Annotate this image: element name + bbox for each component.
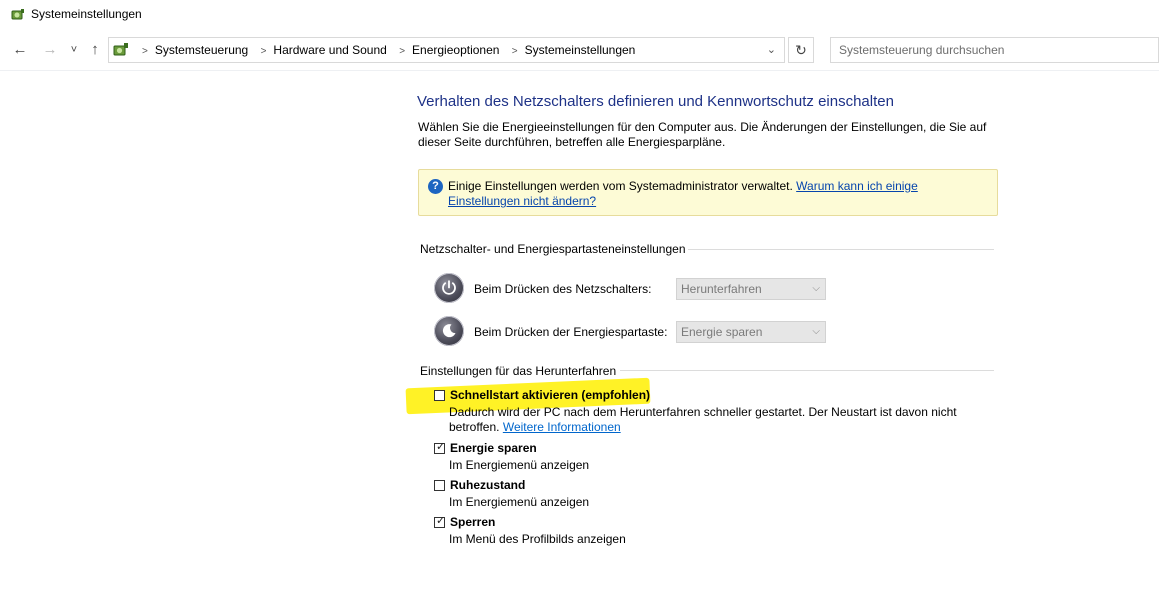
- recent-locations-button[interactable]: ˅: [64, 38, 84, 62]
- group-divider: [620, 370, 994, 371]
- sleep-title: Energie sparen: [450, 441, 537, 455]
- group-divider: [688, 249, 994, 250]
- sleep-button-label: Beim Drücken der Energiespartaste:: [474, 325, 668, 339]
- chevron-down-icon: ⌵: [812, 326, 820, 337]
- address-bar[interactable]: > Systemsteuerung > Hardware und Sound > En…: [108, 37, 785, 63]
- breadcrumb-systemsteuerung[interactable]: Systemsteuerung: [155, 43, 248, 57]
- title-bar: Systemeinstellungen: [0, 0, 1159, 30]
- power-options-icon: [10, 7, 26, 23]
- shutdown-group-label: Einstellungen für das Herunterfahren: [420, 364, 617, 378]
- more-info-link[interactable]: Weitere Informationen: [503, 420, 621, 434]
- fast-startup-title: Schnellstart aktivieren (empfohlen): [450, 388, 651, 402]
- chevron-down-icon: ⌵: [812, 283, 820, 294]
- power-button-action-value: Herunterfahren: [681, 282, 762, 296]
- left-pane: [0, 71, 385, 601]
- refresh-button[interactable]: ↻: [788, 37, 814, 63]
- page-title: Verhalten des Netzschalters definieren u…: [417, 93, 894, 110]
- hibernate-description: Im Energiemenü anzeigen: [449, 495, 590, 509]
- sleep-button-action-select: Energie sparen ⌵: [676, 321, 826, 343]
- question-icon: ?: [428, 179, 443, 194]
- lock-title: Sperren: [450, 515, 496, 529]
- power-button-label: Beim Drücken des Netzschalters:: [474, 282, 652, 296]
- lock-description: Im Menü des Profilbilds anzeigen: [449, 532, 626, 546]
- search-input[interactable]: [830, 37, 1159, 63]
- control-panel-icon: [112, 41, 130, 59]
- forward-button[interactable]: →: [40, 38, 60, 62]
- up-button[interactable]: ↑: [85, 38, 105, 62]
- sleep-button-icon: [434, 316, 464, 346]
- chevron-right-icon: >: [142, 46, 148, 57]
- fast-startup-checkbox[interactable]: [434, 390, 445, 401]
- fast-startup-description: Dadurch wird der PC nach dem Herunterfah…: [449, 405, 964, 435]
- window-title: Systemeinstellungen: [31, 7, 142, 21]
- admin-info-text: Einige Einstellungen werden vom Systemad…: [448, 179, 993, 209]
- power-button-icon: [434, 273, 464, 303]
- sleep-description: Im Energiemenü anzeigen: [449, 458, 590, 472]
- breadcrumb-energieoptionen[interactable]: Energieoptionen: [412, 43, 499, 57]
- chevron-down-icon[interactable]: ⌄: [767, 38, 776, 62]
- sleep-button-action-value: Energie sparen: [681, 325, 763, 339]
- checkmark-icon: ✓: [436, 441, 446, 453]
- page-description: Wählen Sie die Energieeinstellungen für …: [418, 120, 987, 149]
- admin-info-message: Einige Einstellungen werden vom Systemad…: [448, 179, 797, 193]
- chevron-right-icon[interactable]: >: [512, 40, 518, 64]
- breadcrumb-systemeinstellungen[interactable]: Systemeinstellungen: [525, 43, 636, 57]
- lock-checkbox[interactable]: ✓: [434, 515, 446, 528]
- refresh-icon: ↻: [795, 42, 807, 58]
- power-buttons-group-label: Netzschalter- und Energiespartasteneinst…: [420, 242, 686, 256]
- checkmark-icon: ✓: [436, 515, 446, 527]
- breadcrumb-hardware-und-sound[interactable]: Hardware und Sound: [273, 43, 386, 57]
- power-button-action-select: Herunterfahren ⌵: [676, 278, 826, 300]
- sleep-checkbox[interactable]: ✓: [434, 441, 446, 454]
- hibernate-checkbox[interactable]: [434, 480, 445, 491]
- chevron-right-icon[interactable]: >: [261, 40, 267, 64]
- hibernate-title: Ruhezustand: [450, 478, 526, 492]
- admin-info-banner: ? Einige Einstellungen werden vom System…: [418, 169, 998, 216]
- back-button[interactable]: ←: [10, 38, 30, 62]
- chevron-right-icon[interactable]: >: [399, 40, 405, 64]
- breadcrumb: > Systemsteuerung > Hardware und Sound > En…: [133, 38, 635, 62]
